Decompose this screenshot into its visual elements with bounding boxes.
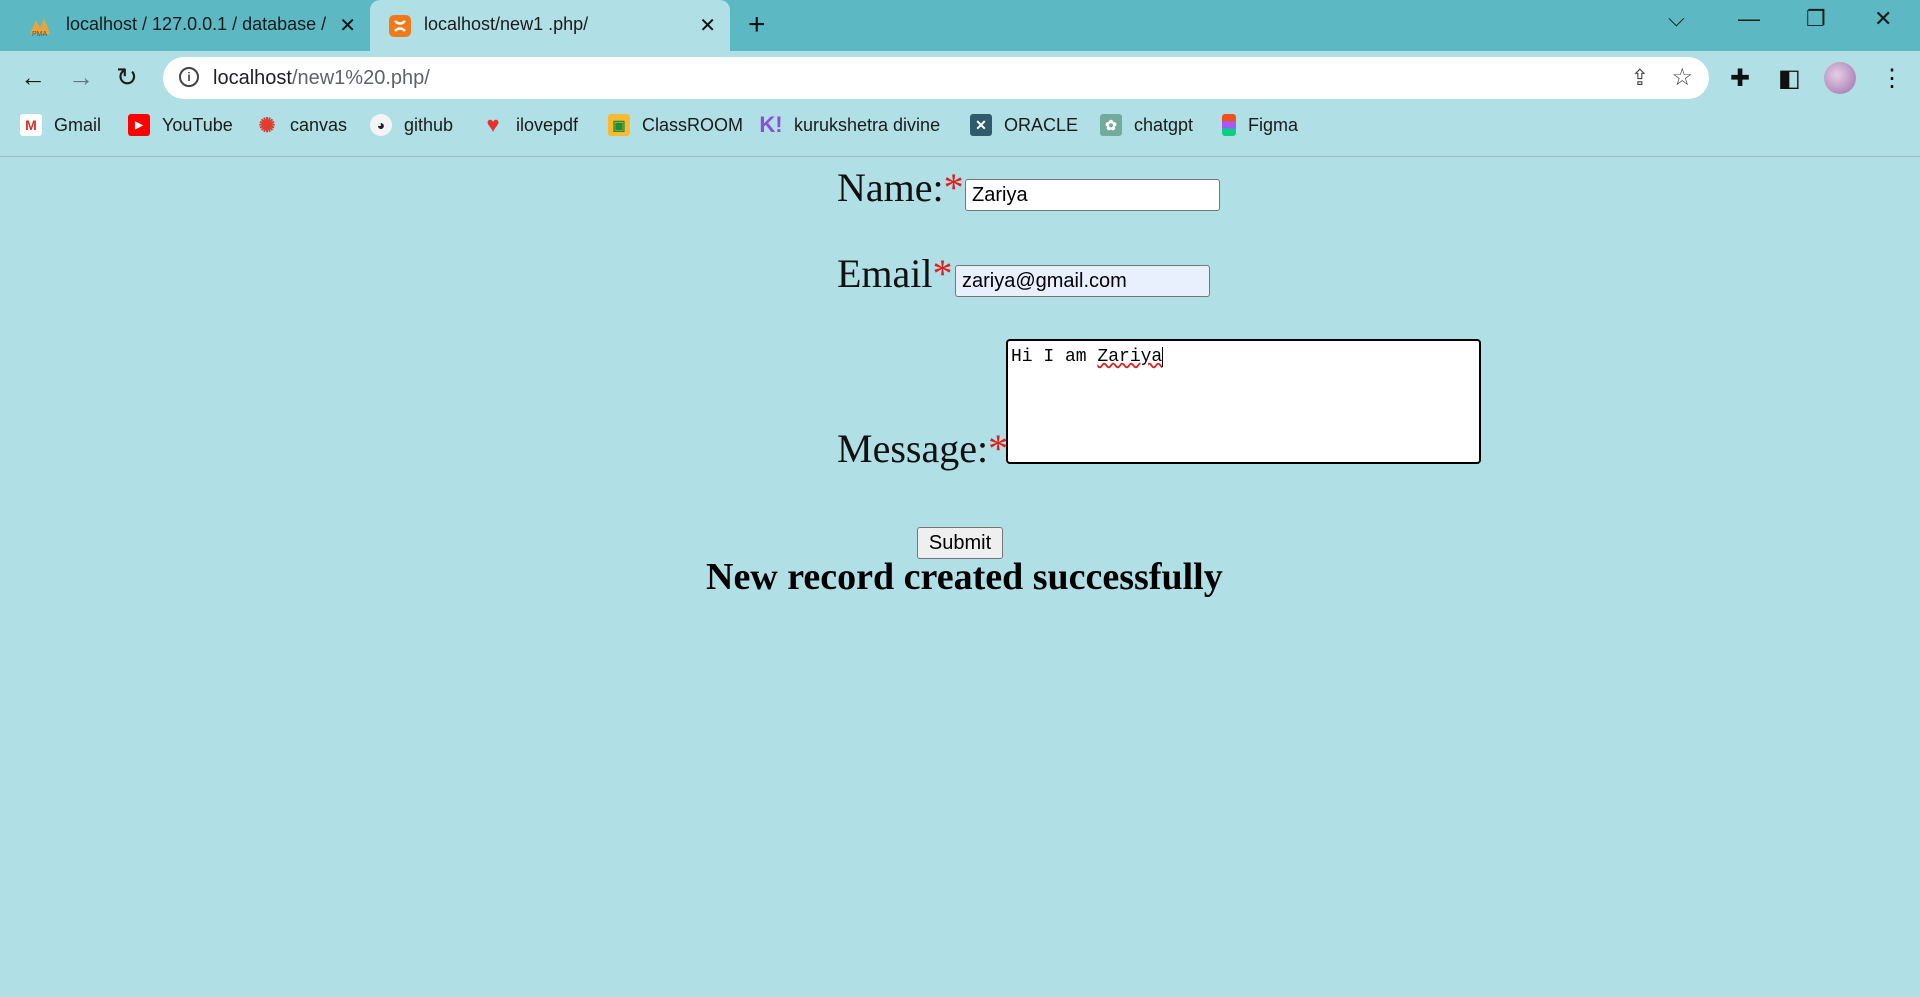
- side-panel-icon[interactable]: ◧: [1778, 64, 1801, 93]
- restore-icon[interactable]: ❐: [1806, 6, 1826, 32]
- close-tab-icon[interactable]: ✕: [339, 13, 356, 38]
- bookmark-label: chatgpt: [1134, 114, 1194, 135]
- back-arrow-icon[interactable]: ←: [20, 62, 46, 93]
- bookmark-label: canvas: [290, 114, 348, 135]
- close-tab-icon[interactable]: ✕: [699, 13, 716, 38]
- figma-icon: [1222, 114, 1236, 136]
- url-text[interactable]: localhost/new1%20.php/: [213, 67, 430, 90]
- ilovepdf-icon: ♥: [486, 112, 500, 137]
- more-menu-icon[interactable]: ⋮: [1880, 64, 1904, 93]
- bookmark-figma[interactable]: Figma: [1222, 114, 1298, 136]
- share-icon[interactable]: ⇪: [1631, 65, 1649, 91]
- reload-icon[interactable]: ↻: [116, 62, 138, 93]
- tab-search-chevron-icon[interactable]: ⌵: [1668, 6, 1685, 32]
- message-text: Hi I am: [1011, 347, 1098, 367]
- bookmark-classroom[interactable]: ▣ ClassROOM: [608, 114, 743, 136]
- minimize-icon[interactable]: —: [1738, 6, 1760, 32]
- bookmark-label: kurukshetra divine: [794, 114, 941, 135]
- bookmark-label: YouTube: [162, 114, 233, 135]
- extensions-puzzle-icon[interactable]: ✚: [1730, 64, 1750, 93]
- bookmark-label: ORACLE: [1004, 114, 1079, 135]
- name-label-text: Name:: [837, 165, 944, 210]
- bookmark-label: Gmail: [54, 114, 102, 135]
- kurukshetra-icon: K!: [759, 112, 783, 137]
- message-label-text: Message:: [837, 426, 989, 471]
- xampp-icon: [389, 15, 411, 37]
- email-input[interactable]: [955, 265, 1210, 297]
- text-cursor: ​: [1162, 347, 1164, 367]
- tab-title: localhost/new1 .php/: [424, 14, 589, 34]
- github-icon: ◕: [370, 114, 392, 136]
- bookmark-chatgpt[interactable]: ✿ chatgpt: [1100, 114, 1193, 136]
- bookmark-gmail[interactable]: M Gmail: [20, 114, 101, 136]
- required-mark: *: [932, 251, 953, 296]
- youtube-icon: ▶: [128, 114, 150, 136]
- canvas-icon: ✺: [258, 114, 276, 137]
- message-textarea[interactable]: Hi I am Zariya​: [1006, 339, 1481, 464]
- bookmark-ilovepdf[interactable]: ♥ ilovepdf: [482, 112, 579, 137]
- bookmark-label: ilovepdf: [516, 114, 579, 135]
- profile-avatar[interactable]: [1824, 62, 1856, 94]
- bookmarks-bar: M Gmail ▶ YouTube ✺ canvas ◕ github ♥ il…: [0, 108, 1920, 144]
- bookmark-canvas[interactable]: ✺ canvas: [256, 114, 348, 137]
- bookmark-star-icon[interactable]: ☆: [1671, 63, 1693, 92]
- classroom-icon: ▣: [608, 114, 630, 136]
- svg-text:PMA: PMA: [32, 31, 48, 38]
- address-bar[interactable]: i localhost/new1%20.php/ ⇪ ☆: [163, 57, 1709, 99]
- tab-strip: PMA localhost / 127.0.0.1 / database / ✕…: [0, 0, 1920, 51]
- message-label: Message:*: [837, 425, 1008, 472]
- url-host: localhost: [213, 67, 292, 89]
- email-label: Email*: [837, 250, 953, 297]
- message-misspelled-word: Zariya: [1097, 347, 1163, 367]
- success-message: New record created successfully: [706, 556, 1223, 598]
- oracle-icon: ✕: [970, 114, 992, 136]
- tab-title: localhost / 127.0.0.1 / database /: [66, 14, 326, 34]
- email-label-text: Email: [837, 251, 933, 296]
- name-input[interactable]: [965, 179, 1220, 211]
- site-info-icon[interactable]: i: [179, 67, 199, 87]
- tab-new1-php[interactable]: localhost/new1 .php/ ✕: [370, 0, 730, 51]
- bookmark-github[interactable]: ◕ github: [370, 114, 453, 136]
- forward-arrow-icon[interactable]: →: [68, 62, 94, 93]
- required-mark: *: [943, 165, 964, 210]
- bookmark-youtube[interactable]: ▶ YouTube: [128, 114, 233, 136]
- bookmark-label: github: [404, 114, 454, 135]
- phpmyadmin-icon: PMA: [30, 18, 50, 38]
- chatgpt-icon: ✿: [1100, 114, 1122, 136]
- name-label: Name:*: [837, 164, 964, 211]
- bookmark-kurukshetra[interactable]: K! kurukshetra divine: [759, 112, 941, 137]
- new-tab-plus-icon[interactable]: +: [748, 8, 766, 42]
- bookmark-label: Figma: [1248, 114, 1299, 135]
- url-path: /new1%20.php/: [291, 67, 430, 89]
- bookmark-oracle[interactable]: ✕ ORACLE: [970, 114, 1078, 136]
- close-window-icon[interactable]: ✕: [1874, 6, 1892, 32]
- bookmark-label: ClassROOM: [642, 114, 744, 135]
- tab-phpmyadmin[interactable]: PMA localhost / 127.0.0.1 / database / ✕: [0, 0, 370, 51]
- gmail-icon: M: [20, 114, 42, 136]
